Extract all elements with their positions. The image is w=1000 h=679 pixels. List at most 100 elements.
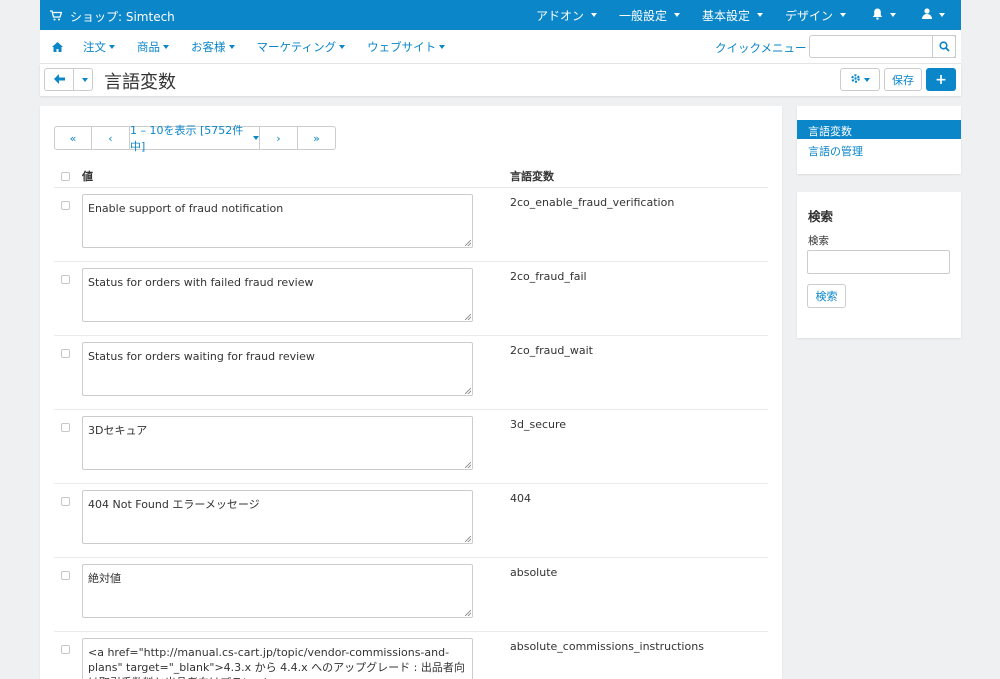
sidebar-search-panel: 検索 検索 検索	[797, 192, 961, 338]
search-label: 検索	[808, 235, 829, 247]
chevron-down-icon	[339, 45, 346, 49]
menu-basic-settings[interactable]: 基本設定	[702, 7, 763, 24]
chevron-down-icon	[228, 45, 235, 49]
header-value: 値	[82, 170, 93, 183]
select-all-checkbox[interactable]	[61, 172, 70, 181]
table-row: 404 Not Found エラーメッセージ 404	[54, 484, 768, 558]
row-checkbox[interactable]	[61, 201, 70, 210]
chevron-down-icon	[590, 13, 597, 17]
value-textarea[interactable]: Status for orders waiting for fraud revi…	[82, 342, 473, 396]
gear-icon	[850, 73, 861, 87]
search-heading: 検索	[808, 209, 834, 224]
sidebar-menu: 言語変数 言語の管理	[797, 106, 961, 174]
chevron-down-icon	[163, 45, 169, 49]
header-variable: 言語変数	[510, 170, 554, 183]
pager-last-button[interactable]: »	[297, 126, 336, 150]
row-checkbox[interactable]	[61, 423, 70, 432]
nav-orders[interactable]: 注文	[83, 39, 115, 55]
back-button[interactable]	[44, 68, 74, 91]
variable-name: 3d_secure	[510, 418, 567, 431]
sidebar-item-manage-languages[interactable]: 言語の管理	[808, 143, 863, 159]
page-title: 言語変数	[104, 72, 176, 93]
chevron-down-icon	[109, 45, 115, 49]
quick-menu-link[interactable]: クイックメニュー	[715, 40, 807, 56]
save-button[interactable]: 保存	[884, 68, 922, 91]
chevron-down-icon	[840, 13, 846, 17]
pagination: « ‹ 1 – 10を表示 [5752件中] › »	[54, 124, 336, 153]
menu-design[interactable]: デザイン	[785, 7, 846, 24]
pager-range-label: 1 – 10を表示 [5752件中]	[130, 124, 244, 153]
pager-first-button[interactable]: «	[54, 126, 92, 150]
chevron-down-icon	[439, 45, 446, 49]
nav-website-label: ウェブサイト	[367, 40, 437, 54]
chevron-down-icon	[81, 77, 88, 82]
back-button-group	[44, 68, 93, 91]
row-checkbox[interactable]	[61, 275, 70, 284]
arrow-left-icon	[53, 73, 65, 87]
menu-addons[interactable]: アドオン	[536, 7, 597, 24]
value-textarea[interactable]: <a href="http://manual.cs-cart.jp/topic/…	[82, 638, 473, 679]
variable-name: 2co_fraud_fail	[510, 270, 587, 283]
search-input[interactable]	[807, 250, 950, 274]
table-row: 絶対値 absolute	[54, 558, 768, 632]
secondary-nav: 注文 商品 お客様 マーケティング ウェブサイト クイックメニュー	[40, 30, 961, 64]
chevron-down-icon	[673, 13, 680, 17]
table-row: Status for orders with failed fraud revi…	[54, 262, 768, 336]
value-textarea[interactable]: 404 Not Found エラーメッセージ	[82, 490, 473, 544]
top-bar: ショップ: Simtech アドオン 一般設定 基本設定 デザイン	[40, 0, 961, 30]
chevron-down-icon	[756, 13, 763, 17]
shop-label: ショップ: Simtech	[70, 10, 175, 24]
nav-products-label: 商品	[137, 40, 160, 54]
bell-icon	[872, 8, 883, 23]
settings-dropdown-button[interactable]	[840, 68, 880, 91]
menu-basic-settings-label: 基本設定	[701, 8, 750, 23]
nav-website[interactable]: ウェブサイト	[367, 39, 446, 55]
menu-general-settings-label: 一般設定	[618, 8, 667, 23]
shop-selector[interactable]: ショップ: Simtech	[50, 8, 175, 25]
nav-marketing-label: マーケティング	[256, 40, 337, 54]
table-row: <a href="http://manual.cs-cart.jp/topic/…	[54, 632, 768, 679]
row-checkbox[interactable]	[61, 497, 70, 506]
add-button[interactable]: +	[926, 68, 956, 91]
home-icon[interactable]	[52, 42, 63, 52]
variable-name: absolute	[510, 566, 558, 579]
variable-name: 2co_enable_fraud_verification	[510, 196, 675, 209]
search-button[interactable]: 検索	[807, 284, 846, 308]
pager-next-button[interactable]: ›	[259, 126, 298, 150]
value-textarea[interactable]: Status for orders with failed fraud revi…	[82, 268, 473, 322]
nav-orders-label: 注文	[83, 40, 106, 54]
menu-design-label: デザイン	[784, 8, 833, 23]
notifications-menu[interactable]	[872, 8, 896, 23]
nav-marketing[interactable]: マーケティング	[257, 39, 346, 55]
nav-products[interactable]: 商品	[137, 39, 169, 55]
pager-range-dropdown[interactable]: 1 – 10を表示 [5752件中]	[129, 124, 260, 153]
table-row: 3Dセキュア 3d_secure	[54, 410, 768, 484]
chevron-down-icon	[864, 77, 870, 82]
variable-name: 2co_fraud_wait	[510, 344, 593, 357]
pager-prev-button[interactable]: ‹	[91, 126, 130, 150]
nav-customers[interactable]: お客様	[191, 39, 235, 55]
table-header: 値 言語変数	[54, 166, 768, 188]
table-row: Enable support of fraud notification 2co…	[54, 188, 768, 262]
main-panel: « ‹ 1 – 10を表示 [5752件中] › » 値 言語変数 Enable…	[40, 106, 782, 679]
table-row: Status for orders waiting for fraud revi…	[54, 336, 768, 410]
menu-addons-label: アドオン	[535, 8, 584, 23]
chevron-down-icon	[939, 13, 945, 17]
variable-name: 404	[510, 492, 531, 505]
value-textarea[interactable]: 3Dセキュア	[82, 416, 473, 470]
back-dropdown-button[interactable]	[74, 68, 93, 91]
sidebar-item-language-variables[interactable]: 言語変数	[797, 120, 961, 139]
row-checkbox[interactable]	[61, 645, 70, 654]
cart-icon	[50, 9, 63, 24]
user-icon	[922, 8, 932, 22]
row-checkbox[interactable]	[61, 571, 70, 580]
value-textarea[interactable]: 絶対値	[82, 564, 473, 618]
nav-customers-label: お客様	[191, 40, 226, 54]
row-checkbox[interactable]	[61, 349, 70, 358]
menu-general-settings[interactable]: 一般設定	[619, 7, 680, 24]
value-textarea[interactable]: Enable support of fraud notification	[82, 194, 473, 248]
variable-name: absolute_commissions_instructions	[510, 640, 704, 653]
user-menu[interactable]	[922, 8, 945, 22]
search-icon[interactable]	[932, 35, 956, 58]
title-bar: 言語変数 保存 +	[40, 64, 961, 96]
